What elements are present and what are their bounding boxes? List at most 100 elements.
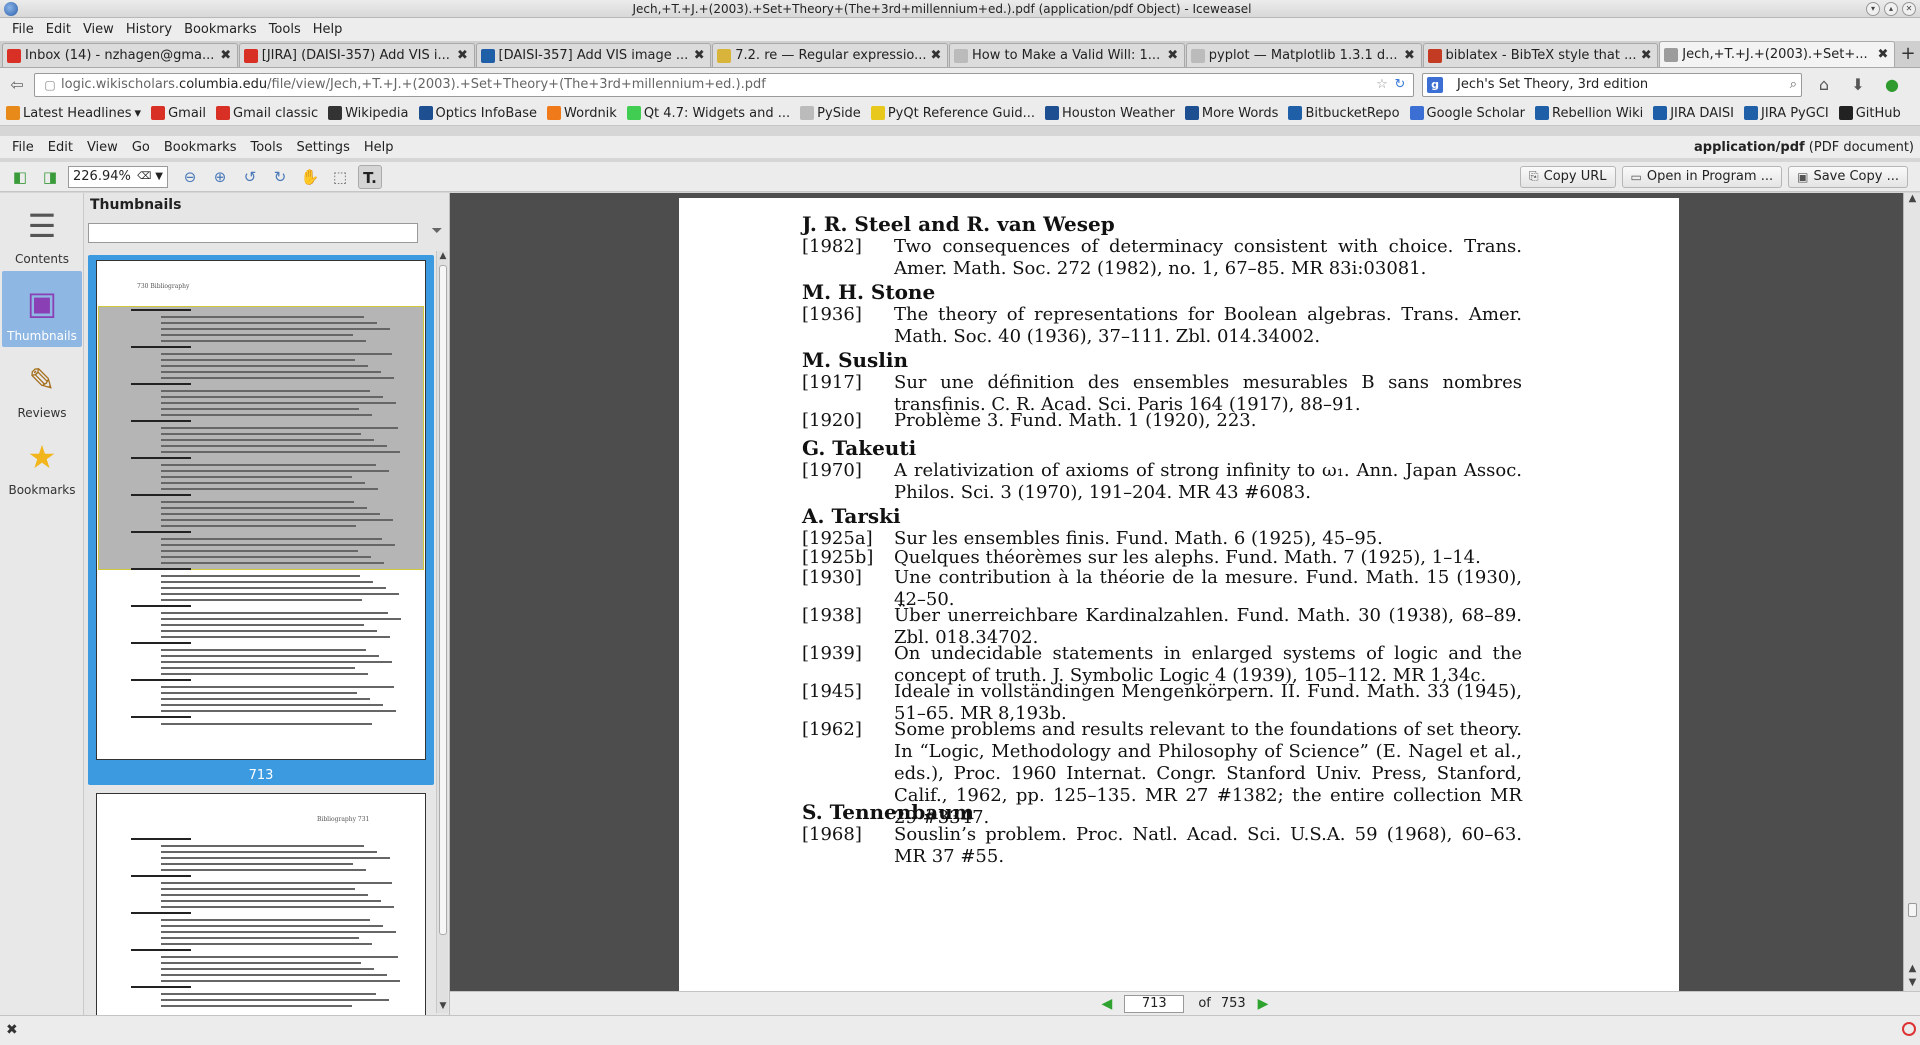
- browse-tool-icon[interactable]: ✋: [298, 165, 322, 189]
- pdf-menu-help[interactable]: Help: [358, 140, 402, 155]
- menu-bookmarks[interactable]: Bookmarks: [178, 22, 263, 37]
- menu-tools[interactable]: Tools: [263, 22, 307, 37]
- bookmark-item[interactable]: Latest Headlines ▾: [6, 106, 141, 121]
- tab-1[interactable]: Inbox (14) - nzhagen@gma... ✖: [2, 43, 238, 67]
- menu-history[interactable]: History: [120, 22, 178, 37]
- minimize-button[interactable]: ▾: [1866, 1, 1880, 16]
- bookmark-star-icon[interactable]: ☆: [1373, 77, 1391, 92]
- tab-close-icon[interactable]: ✖: [219, 48, 233, 63]
- page-number-input[interactable]: 713: [1124, 994, 1185, 1013]
- adblock-icon[interactable]: [1902, 1022, 1916, 1036]
- bookmark-item[interactable]: PyQt Reference Guid...: [870, 106, 1035, 121]
- bookmark-item[interactable]: Wordnik: [547, 106, 617, 121]
- next-page-arrow-icon[interactable]: ▶: [1258, 996, 1269, 1012]
- tab-close-icon[interactable]: ✖: [456, 48, 470, 63]
- bookmark-item[interactable]: More Words: [1184, 106, 1278, 121]
- scroll-up-icon[interactable]: ▲: [1904, 193, 1920, 207]
- bookmark-item[interactable]: Gmail classic: [216, 106, 318, 121]
- bookmark-item[interactable]: Rebellion Wiki: [1535, 106, 1643, 121]
- tab-6[interactable]: pyplot — Matplotlib 1.3.1 d... ✖: [1185, 43, 1422, 67]
- zoom-in-icon[interactable]: ⊕: [208, 165, 232, 189]
- bookmark-item[interactable]: Qt 4.7: Widgets and ...: [626, 106, 790, 121]
- bookmark-item[interactable]: JIRA DAISI: [1653, 106, 1734, 121]
- zoom-tool-icon[interactable]: ⬚: [328, 165, 352, 189]
- google-search-icon[interactable]: g: [1427, 76, 1443, 93]
- pdf-menu-edit[interactable]: Edit: [42, 140, 81, 155]
- bookmark-item[interactable]: GitHub: [1838, 106, 1901, 121]
- download-icon[interactable]: ⬇: [1846, 73, 1870, 97]
- tab-close-icon[interactable]: ✖: [1876, 47, 1890, 62]
- bookmark-item[interactable]: JIRA PyGCI: [1744, 106, 1829, 121]
- menu-view[interactable]: View: [77, 22, 120, 37]
- close-icon[interactable]: ✖: [6, 1022, 18, 1038]
- save-copy-button[interactable]: ▣ Save Copy ...: [1788, 165, 1908, 188]
- next-page-icon[interactable]: ◨: [38, 165, 62, 189]
- tab-close-icon[interactable]: ✖: [1166, 48, 1180, 63]
- url-bar[interactable]: ▢ logic.wikischolars.columbia.edu/file/v…: [34, 72, 1414, 97]
- pdf-menu-file[interactable]: File: [6, 140, 42, 155]
- bookmark-item[interactable]: BitbucketRepo: [1288, 106, 1400, 121]
- thumbnails-scrollbar[interactable]: ▲ ▼: [436, 251, 448, 1013]
- new-tab-button[interactable]: +: [1896, 43, 1920, 67]
- thumbnail-page-713[interactable]: 730 Bibliography 713: [88, 255, 434, 785]
- scrollbar-handle[interactable]: [439, 265, 447, 935]
- menu-file[interactable]: File: [6, 22, 40, 37]
- open-in-program-button[interactable]: ▭ Open in Program ...: [1621, 165, 1783, 188]
- tab-2[interactable]: [JIRA] (DAISI-357) Add VIS i... ✖: [238, 43, 475, 67]
- viewer-scrollbar[interactable]: ▲ ▲ ▼: [1903, 193, 1920, 991]
- tab-5[interactable]: How to Make a Valid Will: 1... ✖: [949, 43, 1185, 67]
- rotate-right-icon[interactable]: ↻: [268, 165, 292, 189]
- bookmark-item[interactable]: PySide: [800, 106, 861, 121]
- bookmark-item[interactable]: Optics InfoBase: [418, 106, 537, 121]
- clear-icon[interactable]: ⌫: [137, 171, 151, 182]
- scroll-down-icon[interactable]: ▼: [1904, 977, 1920, 991]
- addon-icon[interactable]: ●: [1880, 73, 1904, 97]
- tab-4[interactable]: 7.2. re — Regular expressio... ✖: [712, 43, 948, 67]
- pdf-menu-bookmarks[interactable]: Bookmarks: [158, 140, 245, 155]
- tab-close-icon[interactable]: ✖: [692, 48, 706, 63]
- tab-close-icon[interactable]: ✖: [1639, 48, 1653, 63]
- scrollbar-handle[interactable]: [1908, 903, 1917, 917]
- tab-8[interactable]: Jech,+T.+J.+(2003).+Set+... ✖: [1659, 41, 1895, 67]
- tab-7[interactable]: biblatex - BibTeX style that ... ✖: [1422, 43, 1659, 67]
- scroll-down-icon[interactable]: ▲: [1904, 963, 1920, 977]
- pdf-menu-tools[interactable]: Tools: [244, 140, 290, 155]
- pdf-menu-go[interactable]: Go: [126, 140, 158, 155]
- scroll-up-icon[interactable]: ▲: [437, 251, 449, 263]
- magnifier-icon[interactable]: ⌕: [1790, 77, 1797, 92]
- reload-icon[interactable]: ↻: [1391, 77, 1409, 92]
- menu-help[interactable]: Help: [307, 22, 349, 37]
- rotate-left-icon[interactable]: ↺: [238, 165, 262, 189]
- sidebar-contents[interactable]: ☰ Contents: [2, 194, 82, 270]
- zoom-select[interactable]: 226.94% ⌫ ▼: [68, 165, 168, 188]
- bookmark-item[interactable]: Houston Weather: [1044, 106, 1175, 121]
- copy-url-button[interactable]: ⎘ Copy URL: [1520, 165, 1616, 188]
- home-icon[interactable]: ⌂: [1812, 73, 1836, 97]
- thumbnail-page-714[interactable]: Bibliography 731: [88, 793, 434, 1033]
- previous-page-arrow-icon[interactable]: ◀: [1102, 996, 1113, 1012]
- filter-icon[interactable]: ⏷: [428, 223, 446, 243]
- pdf-menu-settings[interactable]: Settings: [291, 140, 358, 155]
- menu-edit[interactable]: Edit: [40, 22, 77, 37]
- bookmark-item[interactable]: Google Scholar: [1409, 106, 1525, 121]
- scroll-down-icon[interactable]: ▼: [437, 1001, 449, 1013]
- search-input[interactable]: Jech's Set Theory, 3rd edition: [1457, 77, 1790, 92]
- tab-close-icon[interactable]: ✖: [1403, 48, 1417, 63]
- sidebar-reviews[interactable]: ✎ Reviews: [2, 348, 82, 424]
- thumbnail-filter-input[interactable]: [88, 223, 418, 243]
- bookmark-item[interactable]: Wikipedia: [328, 106, 409, 121]
- sidebar-bookmarks[interactable]: ★ Bookmarks: [2, 425, 82, 501]
- zoom-out-icon[interactable]: ⊖: [178, 165, 202, 189]
- back-icon[interactable]: ⇦: [6, 74, 28, 96]
- search-bar[interactable]: g Jech's Set Theory, 3rd edition ⌕: [1422, 72, 1802, 97]
- pdf-menu-view[interactable]: View: [81, 140, 126, 155]
- text-select-tool-icon[interactable]: T.: [358, 164, 382, 189]
- close-window-button[interactable]: ✕: [1902, 1, 1916, 16]
- tab-3[interactable]: [DAISI-357] Add VIS image ... ✖: [475, 43, 712, 67]
- previous-page-icon[interactable]: ◧: [8, 165, 32, 189]
- bookmark-item[interactable]: Gmail: [151, 106, 206, 121]
- tab-close-icon[interactable]: ✖: [929, 48, 943, 63]
- maximize-button[interactable]: ▴: [1884, 1, 1898, 16]
- sidebar-thumbnails[interactable]: ▣ Thumbnails: [2, 271, 82, 347]
- chevron-down-icon[interactable]: ▼: [155, 171, 163, 182]
